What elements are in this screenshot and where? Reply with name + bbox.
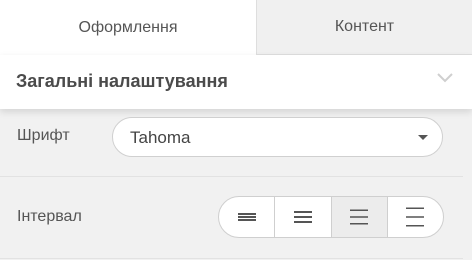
font-select-value: Tahoma xyxy=(130,128,191,147)
font-select[interactable]: Tahoma xyxy=(112,117,443,157)
section-header-general-settings[interactable]: Загальні налаштування xyxy=(0,55,472,109)
line-spacing-extra-wide-button[interactable] xyxy=(386,197,443,237)
line-spacing-wide-button[interactable] xyxy=(330,197,387,237)
line-spacing-normal-button[interactable] xyxy=(274,197,330,237)
line-spacing-tight-button[interactable] xyxy=(219,197,274,237)
divider xyxy=(0,176,463,177)
line-spacing-tight-icon xyxy=(237,213,256,221)
divider xyxy=(0,258,463,259)
font-label: Шрифт xyxy=(17,127,70,144)
line-spacing-wide-icon xyxy=(350,209,369,225)
tab-design[interactable]: Оформлення xyxy=(0,0,257,55)
chevron-down-icon[interactable] xyxy=(436,70,454,84)
tab-bar: Оформлення Контент xyxy=(0,0,472,55)
caret-down-icon xyxy=(418,135,428,140)
tab-content[interactable]: Контент xyxy=(257,0,472,55)
line-spacing-extra-wide-icon xyxy=(406,207,425,227)
section-title: Загальні налаштування xyxy=(16,71,228,91)
line-spacing-segmented-control xyxy=(218,196,444,238)
spacing-label: Інтервал xyxy=(17,208,82,225)
line-spacing-normal-icon xyxy=(293,211,312,223)
